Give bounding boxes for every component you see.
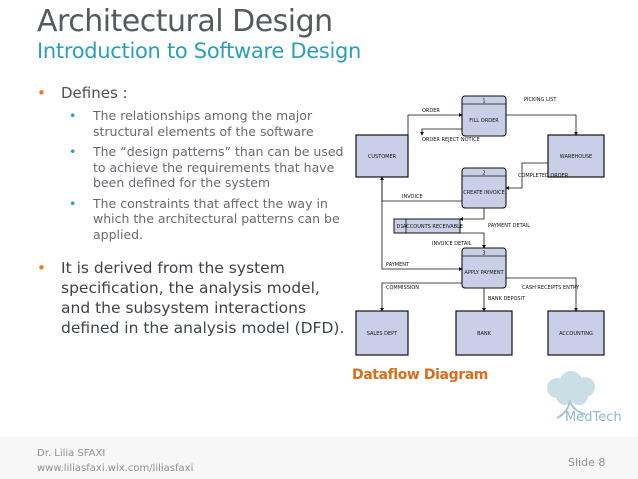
flow-label-picking-list: PICKING LIST <box>524 97 557 103</box>
entity-sales-dept-label: SALES DEPT <box>367 331 398 337</box>
slide-title: Architectural Design <box>37 4 333 39</box>
flow-line <box>420 128 462 136</box>
flow-line <box>506 114 578 136</box>
entity-accounting-label: ACCOUNTING <box>559 331 593 337</box>
sub-bullet-dot: • <box>69 144 77 159</box>
flow-label-payment-detail: PAYMENT DETAIL <box>488 223 530 229</box>
slide-subtitle: Introduction to Software Design <box>37 39 362 63</box>
flow-label-cash-receipts: CASH RECEIPTS ENTRY <box>522 285 580 291</box>
diagram-caption: Dataflow Diagram <box>352 367 488 383</box>
sub-bullet-constraints: • The constraints that affect the way in… <box>37 196 347 243</box>
process-number: 3 <box>482 251 485 257</box>
bullet-list: • Defines : • The relationships among th… <box>37 84 347 338</box>
bullet-dot: • <box>37 259 46 277</box>
sub-bullet-text: The constraints that affect the way in w… <box>93 195 340 242</box>
process-apply-payment: 3 APPLY PAYMENT <box>461 247 507 289</box>
datastore-accounts-receivable: D1 ACCOUNTS RECEIVABLE <box>393 218 463 234</box>
flow-label-order: ORDER <box>422 108 440 114</box>
medtech-logo-text: MedTech <box>565 410 622 425</box>
footer-url: www.liliasfaxi.wix.com/liliasfaxi <box>37 463 194 474</box>
entity-bank-label: BANK <box>477 331 492 337</box>
flow-label-completed-order: COMPLETED ORDER <box>518 173 569 179</box>
sub-bullet-design-patterns: • The “design patterns” than can be used… <box>37 144 347 191</box>
sub-bullet-dot: • <box>69 195 77 211</box>
flow-label-invoice-detail: INVOICE DETAIL <box>432 241 472 247</box>
bullet-defines: • Defines : <box>37 84 347 103</box>
entity-warehouse: WAREHOUSE <box>547 134 605 178</box>
process-number: 2 <box>482 171 485 177</box>
flow-line <box>459 208 485 221</box>
flow-label-bank-deposit: BANK DEPOSIT <box>488 296 526 302</box>
entity-bank: BANK <box>455 310 513 356</box>
bullet-defines-label: Defines : <box>61 84 128 102</box>
bullet-derived-text: It is derived from the system specificat… <box>61 259 345 337</box>
bullet-derived: • It is derived from the system specific… <box>37 258 347 338</box>
datastore-label: ACCOUNTS RECEIVABLE <box>403 224 463 230</box>
footer-author: Dr. Lilia SFAXI <box>37 448 106 459</box>
process-number: 1 <box>482 99 485 105</box>
process-create-invoice: 2 CREATE INVOICE <box>461 167 507 209</box>
slide-number: Slide 8 <box>568 456 606 469</box>
flow-line <box>506 277 578 312</box>
process-apply-payment-label: APPLY PAYMENT <box>464 270 504 276</box>
sub-bullet-relationships: • The relationships among the major stru… <box>37 108 347 139</box>
entity-accounting: ACCOUNTING <box>547 310 605 356</box>
sub-bullet-dot: • <box>69 108 77 123</box>
flow-label-commission: COMMISSION <box>386 285 419 291</box>
sub-bullet-text: The “design patterns” than can be used t… <box>93 144 344 190</box>
process-fill-order-label: FILL ORDER <box>469 118 499 124</box>
entity-customer-label: CUSTOMER <box>368 154 397 160</box>
entity-sales-dept: SALES DEPT <box>355 310 409 356</box>
flow-label-invoice: INVOICE <box>402 194 423 200</box>
bullet-dot: • <box>37 84 46 102</box>
dataflow-diagram: CUSTOMER WAREHOUSE SALES DEPT BANK ACCOU… <box>352 93 610 365</box>
entity-warehouse-label: WAREHOUSE <box>560 154 592 160</box>
process-create-invoice-label: CREATE INVOICE <box>463 190 505 196</box>
process-fill-order: 1 FILL ORDER <box>461 95 507 137</box>
flow-label-payment: PAYMENT <box>386 262 410 268</box>
sub-bullet-text: The relationships among the major struct… <box>93 108 314 139</box>
entity-customer: CUSTOMER <box>355 134 409 178</box>
flow-label-order-reject: ORDER REJECT NOTICE <box>422 137 480 143</box>
